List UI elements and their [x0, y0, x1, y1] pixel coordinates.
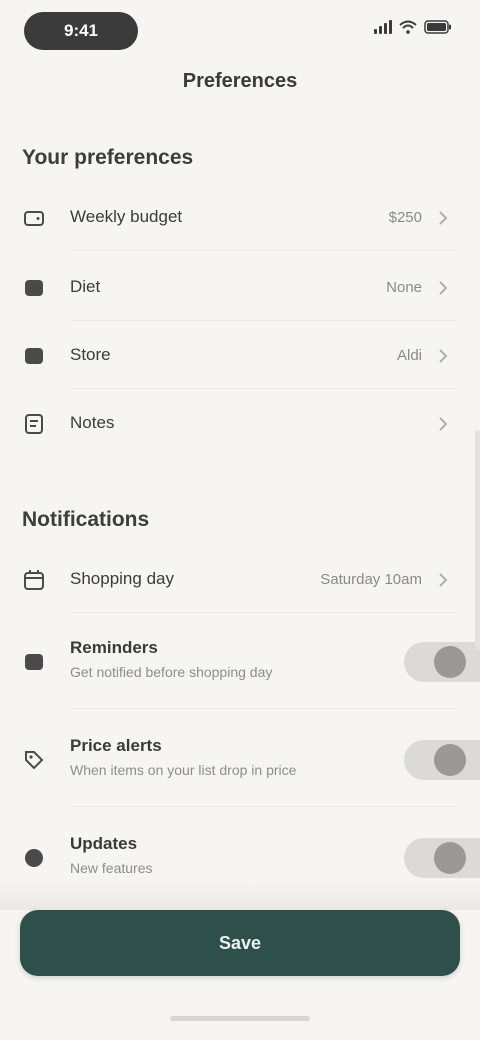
note-icon [20, 410, 48, 438]
divider [70, 806, 458, 807]
pref-row-budget[interactable]: Weekly budget $250 [0, 200, 480, 236]
notif-row-updates: Updates New features [0, 828, 480, 888]
pref-row-store[interactable]: Store Aldi [0, 338, 480, 374]
notif-label-reminders: Reminders [70, 638, 158, 657]
save-button[interactable]: Save [20, 910, 460, 976]
scrollbar[interactable] [475, 430, 480, 650]
notif-sub-reminders: Get notified before shopping day [70, 664, 273, 680]
notif-label-price-alerts: Price alerts [70, 736, 162, 755]
bottom-fade [0, 880, 480, 910]
wallet-icon [20, 204, 48, 232]
home-indicator[interactable] [170, 1016, 310, 1021]
divider [70, 388, 458, 389]
status-bar: 9:41 [0, 0, 480, 62]
price-alerts-toggle[interactable] [404, 740, 480, 780]
pref-label-budget: Weekly budget [70, 207, 183, 226]
battery-icon [424, 20, 452, 34]
chevron-right-icon [436, 211, 450, 225]
divider [70, 612, 458, 613]
notif-sub-updates: New features [70, 860, 153, 876]
section-heading-preferences: Your preferences [22, 146, 194, 169]
leaf-icon [20, 274, 48, 302]
notif-label-shopping-day: Shopping day [70, 569, 174, 588]
signal-icon [374, 20, 392, 34]
tag-icon [20, 746, 48, 774]
divider [70, 320, 458, 321]
status-icons [374, 20, 452, 34]
pref-label-diet: Diet [70, 277, 101, 296]
divider [70, 250, 458, 251]
status-time: 9:41 [24, 12, 138, 50]
notif-value-shopping-day: Saturday 10am [320, 571, 422, 588]
notif-row-shopping-day[interactable]: Shopping day Saturday 10am [0, 562, 480, 598]
pref-label-store: Store [70, 345, 111, 364]
notif-row-price-alerts: Price alerts When items on your list dro… [0, 730, 480, 790]
updates-toggle[interactable] [404, 838, 480, 878]
notif-sub-price-alerts: When items on your list drop in price [70, 762, 297, 778]
chevron-right-icon [436, 349, 450, 363]
preferences-screen: 9:41 Preferences Your preferences Weekly… [0, 0, 480, 1040]
notif-row-reminders: Reminders Get notified before shopping d… [0, 632, 480, 692]
pref-label-notes: Notes [70, 413, 115, 432]
calendar-icon [20, 566, 48, 594]
wifi-icon [399, 20, 417, 34]
page-title: Preferences [182, 70, 298, 92]
section-heading-notifications: Notifications [22, 508, 150, 531]
chevron-right-icon [436, 417, 450, 431]
pref-value-diet: None [386, 279, 422, 296]
notif-label-updates: Updates [70, 834, 138, 853]
chevron-right-icon [436, 281, 450, 295]
pref-value-budget: $250 [388, 209, 422, 226]
sparkle-icon [20, 844, 48, 872]
pref-value-store: Aldi [396, 347, 422, 364]
store-icon [20, 342, 48, 370]
pref-row-diet[interactable]: Diet None [0, 270, 480, 306]
chevron-right-icon [436, 573, 450, 587]
reminders-toggle[interactable] [404, 642, 480, 682]
divider [70, 708, 458, 709]
pref-row-notes[interactable]: Notes [0, 406, 480, 442]
bell-icon [20, 648, 48, 676]
